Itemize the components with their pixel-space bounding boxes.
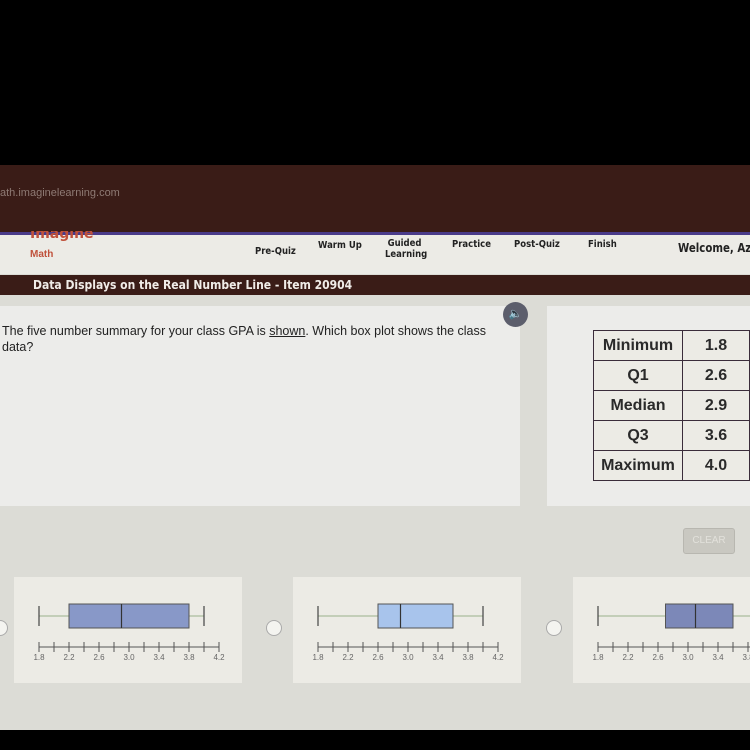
tick-label: 2.6 bbox=[93, 653, 105, 662]
speaker-icon[interactable]: 🔈 bbox=[503, 302, 528, 327]
logo-text: Imagine bbox=[30, 231, 94, 241]
tick-label: 3.8 bbox=[742, 653, 750, 662]
tick-label: 2.2 bbox=[342, 653, 354, 662]
choice-b-card[interactable]: 1.8 2.2 2.6 3.0 3.4 3.8 4.2 bbox=[293, 577, 521, 683]
tick-label: 3.0 bbox=[682, 653, 694, 662]
nav-guided-learning[interactable]: Guided Learning bbox=[385, 238, 427, 260]
iqr-box bbox=[665, 603, 734, 629]
tick-label: 3.4 bbox=[432, 653, 444, 662]
tick-label: 4.2 bbox=[213, 653, 225, 662]
lesson-title-bar: Data Displays on the Real Number Line - … bbox=[0, 275, 750, 295]
choice-a-radio[interactable] bbox=[0, 620, 8, 636]
nav-post-quiz[interactable]: Post-Quiz bbox=[514, 239, 560, 250]
app-screen: ath.imaginelearning.com Imagine Math Pre… bbox=[0, 165, 750, 730]
url-text[interactable]: ath.imaginelearning.com bbox=[0, 187, 120, 199]
top-navigation: Imagine Math Pre-Quiz Warm Up Guided Lea… bbox=[0, 231, 750, 274]
tick-label: 2.2 bbox=[622, 653, 634, 662]
tick-label: 3.0 bbox=[402, 653, 414, 662]
nav-warm-up[interactable]: Warm Up bbox=[318, 240, 362, 251]
shown-link[interactable]: shown bbox=[269, 324, 305, 338]
five-number-summary-table: Minimum 1.8 Q1 2.6 Median 2.9 Q3 3.6 Maximum… bbox=[593, 330, 750, 481]
choice-b-radio[interactable] bbox=[266, 620, 282, 636]
browser-bar: ath.imaginelearning.com bbox=[0, 165, 750, 232]
tick-label: 2.2 bbox=[63, 653, 75, 662]
welcome-text: Welcome, Az bbox=[678, 241, 750, 255]
box-plot-c: 1.82.22.63.03.43.84.2 bbox=[592, 603, 750, 662]
question-panel: The five number summary for your class G… bbox=[0, 306, 520, 506]
table-row: Minimum 1.8 bbox=[593, 330, 750, 361]
table-row: Q3 3.6 bbox=[593, 420, 750, 451]
tick-label: 1.8 bbox=[33, 653, 45, 662]
tick-label: 3.8 bbox=[183, 653, 195, 662]
tick-label: 4.2 bbox=[492, 653, 504, 662]
tick-label: 2.6 bbox=[372, 653, 384, 662]
box-plot-b: 1.8 2.2 2.6 3.0 3.4 3.8 4.2 bbox=[312, 603, 504, 662]
box-plot-a: 1.8 2.2 2.6 3.0 3.4 3.8 4.2 bbox=[33, 603, 225, 662]
tick-label: 3.0 bbox=[123, 653, 135, 662]
nav-practice[interactable]: Practice bbox=[452, 239, 491, 250]
choice-c-radio[interactable] bbox=[546, 620, 562, 636]
question-text: The five number summary for your class G… bbox=[2, 324, 486, 354]
table-row: Maximum 4.0 bbox=[593, 450, 750, 481]
tick-label: 3.4 bbox=[712, 653, 724, 662]
table-row: Median 2.9 bbox=[593, 390, 750, 421]
logo-math: Math bbox=[30, 249, 54, 260]
tick-label: 3.8 bbox=[462, 653, 474, 662]
tick-label: 1.8 bbox=[312, 653, 324, 662]
iqr-box bbox=[377, 603, 454, 629]
nav-pre-quiz[interactable]: Pre-Quiz bbox=[255, 246, 296, 257]
tick-label: 3.4 bbox=[153, 653, 165, 662]
lesson-title: Data Displays on the Real Number Line - … bbox=[33, 278, 353, 292]
table-row: Q1 2.6 bbox=[593, 360, 750, 391]
clear-button[interactable]: CLEAR bbox=[683, 528, 735, 554]
iqr-box bbox=[68, 603, 190, 629]
choice-a-card[interactable]: 1.8 2.2 2.6 3.0 3.4 3.8 4.2 bbox=[14, 577, 242, 683]
choice-c-card[interactable]: 1.82.22.63.03.43.84.2 bbox=[573, 577, 750, 683]
tick-label: 1.8 bbox=[592, 653, 604, 662]
nav-finish[interactable]: Finish bbox=[588, 239, 617, 250]
tick-label: 2.6 bbox=[652, 653, 664, 662]
